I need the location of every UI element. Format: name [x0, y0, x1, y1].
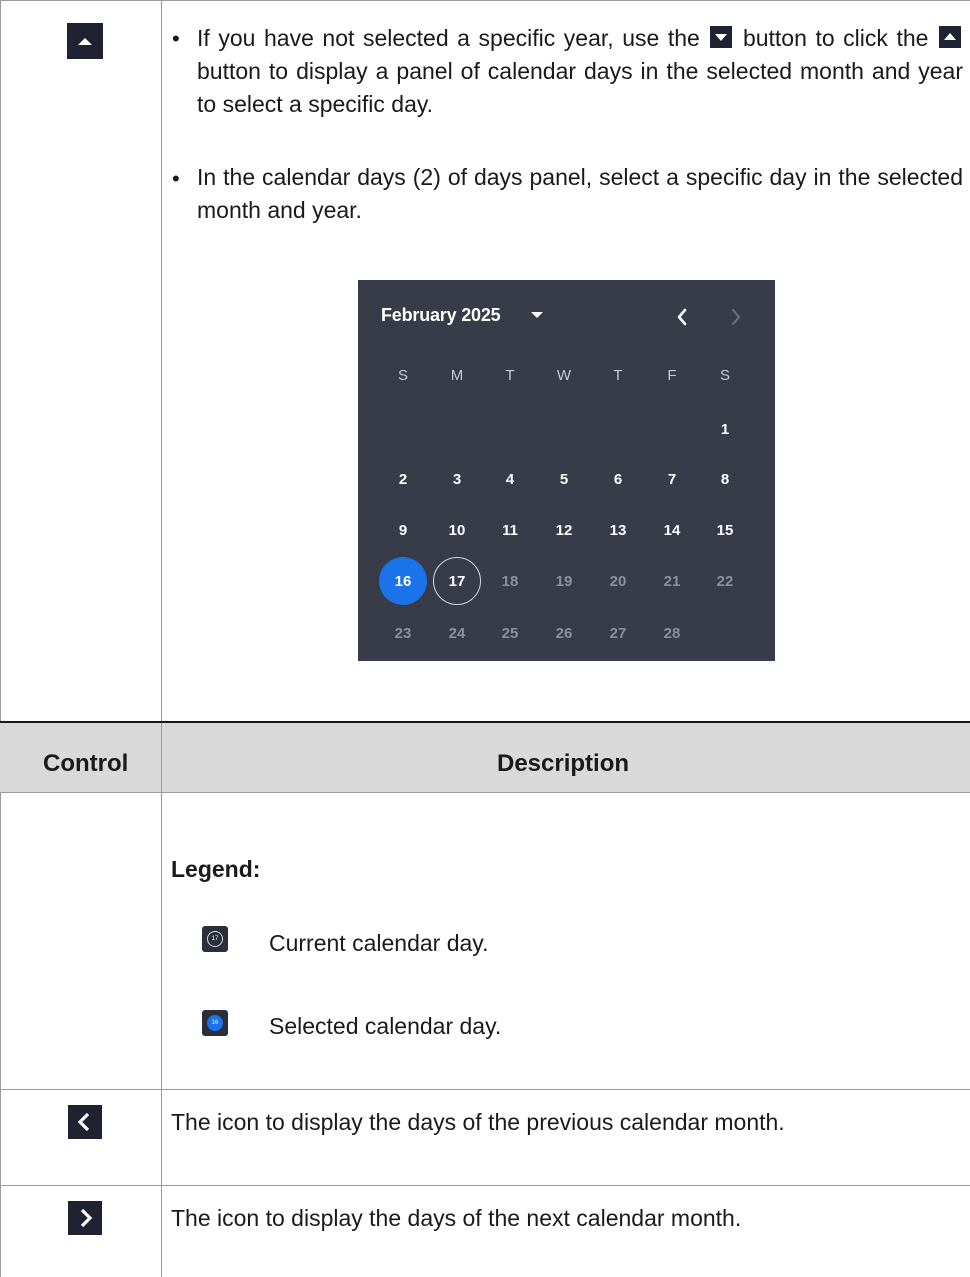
calendar-day-cell[interactable]: 18: [486, 557, 534, 605]
calendar-day-cell[interactable]: 25: [486, 609, 534, 657]
table-left-border: [0, 0, 1, 1277]
calendar-day-cell[interactable]: 12: [540, 506, 588, 554]
calendar-day-cell[interactable]: 27: [594, 609, 642, 657]
caret-up-icon: [939, 26, 961, 48]
next-month-description: The icon to display the days of the next…: [171, 1205, 742, 1231]
selected-day-badge: 16: [207, 1015, 223, 1031]
calendar-day-cell[interactable]: 5: [540, 455, 588, 503]
bullet-marker: •: [172, 26, 180, 51]
calendar-day-cell[interactable]: 9: [379, 506, 427, 554]
weekday-header: T: [613, 366, 623, 384]
instruction-paragraph-2: In the calendar days (2) of days panel, …: [197, 161, 963, 227]
header-bottom-border: [0, 792, 970, 793]
calendar-day-cell[interactable]: 3: [433, 455, 481, 503]
calendar-month-year-label[interactable]: February 2025: [381, 305, 501, 326]
calendar-day-cell[interactable]: 20: [594, 557, 642, 605]
instruction-text-1a: If you have not selected a specific year…: [197, 25, 700, 51]
calendar-day-cell[interactable]: 6: [594, 455, 642, 503]
calendar-day-cell[interactable]: 13: [594, 506, 642, 554]
next-month-chevron-icon[interactable]: [728, 306, 744, 328]
calendar-day-cell[interactable]: 2: [379, 455, 427, 503]
table-column-divider: [161, 0, 162, 1277]
instruction-paragraph-1: If you have not selected a specific year…: [197, 22, 963, 121]
instruction-text-1b: button to click the: [742, 25, 929, 51]
calendar-day-cell[interactable]: 19: [540, 557, 588, 605]
calendar-day-cell[interactable]: 26: [540, 609, 588, 657]
previous-month-description: The icon to display the days of the prev…: [171, 1109, 785, 1135]
selected-day-icon: 16: [202, 1010, 228, 1036]
calendar-day-cell[interactable]: 15: [701, 506, 749, 554]
calendar-day-cell[interactable]: 21: [648, 557, 696, 605]
previous-month-chevron-icon[interactable]: [674, 306, 690, 328]
table-top-border: [0, 0, 970, 1]
instruction-text-2: In the calendar days (2) of days panel, …: [197, 164, 963, 223]
current-day-badge: 17: [207, 931, 223, 947]
weekday-header: F: [667, 366, 677, 384]
current-day-cell[interactable]: 17: [433, 557, 481, 605]
legend-selected-day-text: Selected calendar day.: [269, 1013, 502, 1039]
month-dropdown-caret-icon[interactable]: [530, 310, 544, 320]
row-divider: [0, 1089, 970, 1090]
selected-day-cell[interactable]: 16: [379, 557, 427, 605]
caret-up-icon: [67, 23, 103, 59]
current-day-icon: 17: [202, 926, 228, 952]
calendar-day-cell[interactable]: 7: [648, 455, 696, 503]
caret-down-icon: [710, 26, 733, 48]
weekday-header: S: [719, 366, 730, 384]
weekday-header: W: [556, 366, 572, 384]
column-header-description: Description: [497, 750, 630, 777]
bullet-marker: •: [172, 166, 180, 191]
row-divider: [0, 1185, 970, 1186]
header-column-divider: [161, 723, 162, 792]
calendar-panel: February 2025 S M T W T F S 1 2 3 4 5 6 7 8 9 10 11 12 13 14…: [358, 280, 775, 661]
calendar-day-cell[interactable]: 10: [433, 506, 481, 554]
legend-current-day-text: Current calendar day.: [269, 930, 489, 956]
chevron-right-icon: [68, 1201, 102, 1235]
calendar-day-cell[interactable]: 14: [648, 506, 696, 554]
calendar-day-cell[interactable]: 1: [701, 405, 749, 453]
weekday-header: T: [505, 366, 515, 384]
weekday-header: M: [450, 366, 464, 384]
calendar-day-cell[interactable]: 22: [701, 557, 749, 605]
legend-title: Legend:: [171, 856, 261, 882]
chevron-left-icon: [68, 1105, 102, 1139]
calendar-day-cell[interactable]: 24: [433, 609, 481, 657]
calendar-day-cell[interactable]: 8: [701, 455, 749, 503]
column-header-control: Control: [43, 750, 129, 777]
weekday-header: S: [397, 366, 408, 384]
calendar-day-cell[interactable]: 23: [379, 609, 427, 657]
table-header-row: [0, 723, 970, 792]
calendar-day-cell[interactable]: 4: [486, 455, 534, 503]
instruction-text-1c: button to display a panel of calendar da…: [197, 58, 963, 117]
calendar-day-cell[interactable]: 11: [486, 506, 534, 554]
calendar-day-cell[interactable]: 28: [648, 609, 696, 657]
